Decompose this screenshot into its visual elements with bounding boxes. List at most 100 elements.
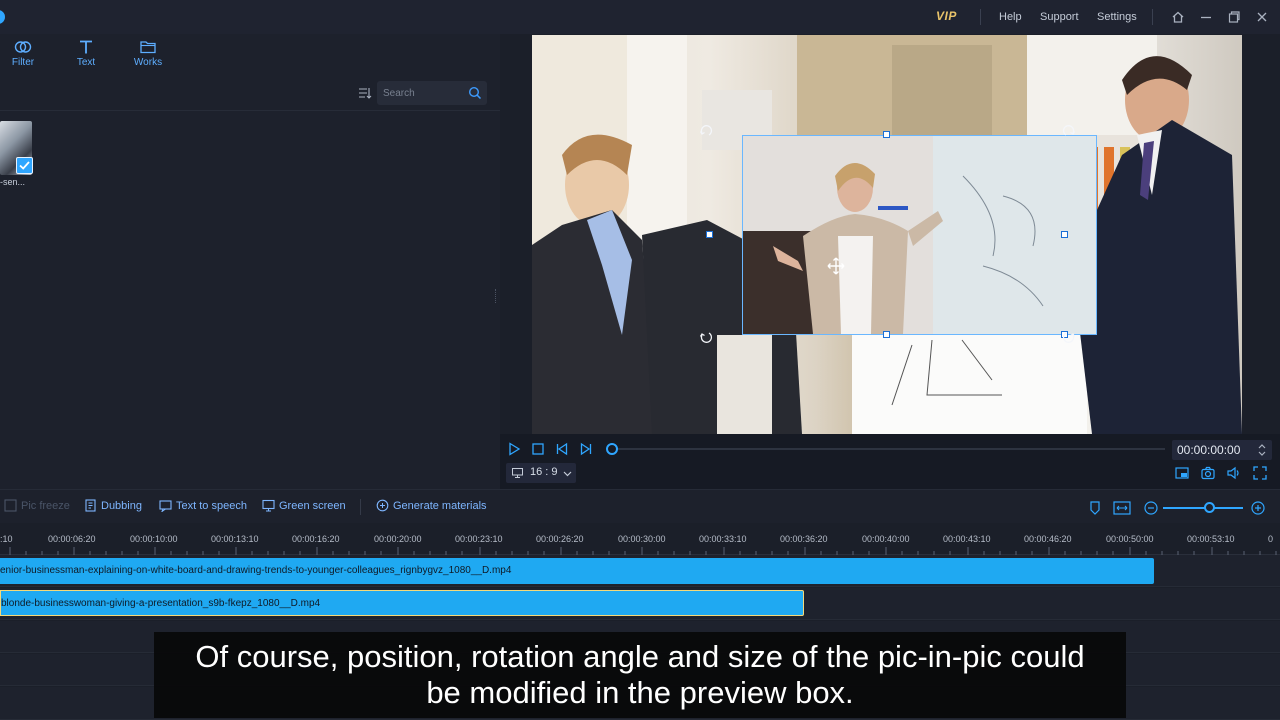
rotate-handle-icon[interactable] [1062, 330, 1076, 344]
chevron-down-icon [563, 469, 572, 478]
caption-line: be modified in the preview box. [426, 675, 854, 710]
ruler-ticks [9, 547, 1277, 555]
timecode-value: 00:00:00:00 [1177, 443, 1241, 457]
aspect-ratio-value: 16 : 9 [530, 466, 558, 478]
ruler-label: 00:00:16:20 [292, 534, 340, 544]
ruler-label: 00:00:53:10 [1187, 534, 1235, 544]
ruler-label: 00:00:46:20 [1024, 534, 1072, 544]
ruler-label: 00:00:10:00 [130, 534, 178, 544]
ruler-label: 00:00:30:00 [618, 534, 666, 544]
ruler-label: 00:00:26:20 [536, 534, 584, 544]
tab-label: Text [76, 57, 96, 68]
title-bar: VIP Help Support Settings [0, 0, 1280, 34]
zoom-slider-track[interactable] [1163, 507, 1243, 509]
rotate-handle-icon[interactable] [1062, 124, 1076, 138]
playback-progress-track[interactable] [610, 448, 1165, 450]
zoom-out-icon[interactable] [1143, 500, 1159, 516]
divider [360, 499, 361, 515]
resize-handle-bottom[interactable] [883, 331, 890, 338]
caption-line: Of course, position, rotation angle and … [195, 639, 1085, 674]
play-icon[interactable] [506, 441, 522, 457]
generate-materials-icon [376, 499, 389, 512]
ruler-label: :10 [0, 534, 13, 544]
sort-filter-icon[interactable] [358, 86, 372, 100]
marker-icon[interactable] [1087, 500, 1103, 516]
ruler-label: 00:00:40:00 [862, 534, 910, 544]
ruler-label: 00:00:20:00 [374, 534, 422, 544]
divider [0, 110, 500, 111]
pip-overlay-video[interactable] [742, 135, 1097, 335]
home-icon[interactable] [1170, 9, 1186, 25]
media-panel: Filter Text Works -sen... [0, 34, 500, 489]
vip-badge[interactable]: VIP [936, 9, 957, 23]
tab-text[interactable]: Text [61, 39, 111, 68]
previous-frame-icon[interactable] [554, 441, 570, 457]
ruler-label: 00:00:13:10 [211, 534, 259, 544]
panel-splitter[interactable] [495, 289, 497, 303]
text-t-icon [77, 39, 95, 55]
generate-materials-button[interactable]: Generate materials [376, 499, 487, 512]
tab-works[interactable]: Works [123, 39, 173, 68]
rotate-handle-icon[interactable] [699, 330, 713, 344]
stop-icon[interactable] [530, 441, 546, 457]
checkbox-checked-icon[interactable] [16, 157, 33, 174]
ruler-label: 00:00:36:20 [780, 534, 828, 544]
clip-name: blonde-businesswoman-giving-a-presentati… [1, 598, 321, 609]
text-to-speech-button[interactable]: Text to speech [159, 500, 247, 512]
ruler-label: 00:00:06:20 [48, 534, 96, 544]
media-item-label: -sen... [0, 177, 26, 187]
search-input[interactable] [383, 85, 467, 101]
zoom-slider-knob[interactable] [1204, 502, 1215, 513]
playhead-knob[interactable] [606, 443, 618, 455]
freeze-icon [4, 499, 17, 512]
search-icon[interactable] [468, 86, 482, 100]
fit-timeline-icon[interactable] [1113, 500, 1131, 516]
minimize-icon[interactable] [1198, 9, 1214, 25]
app-logo-icon [0, 10, 5, 24]
dubbing-icon [84, 499, 97, 512]
video-clip[interactable]: enior-businessman-explaining-on-white-bo… [0, 558, 1154, 584]
timecode-field[interactable]: 00:00:00:00 [1172, 440, 1272, 460]
divider [980, 9, 981, 25]
resize-handle-left[interactable] [706, 231, 713, 238]
filter-rings-icon [14, 39, 32, 55]
snapshot-icon[interactable] [1200, 465, 1216, 481]
folder-icon [139, 39, 157, 55]
spinner-arrows-icon[interactable] [1257, 443, 1267, 457]
support-link[interactable]: Support [1040, 11, 1079, 23]
rotate-handle-icon[interactable] [699, 124, 713, 138]
fullscreen-icon[interactable] [1252, 465, 1268, 481]
help-link[interactable]: Help [999, 11, 1022, 23]
text-to-speech-icon [159, 499, 172, 512]
monitor-icon [512, 468, 523, 478]
close-icon[interactable] [1254, 9, 1270, 25]
ruler-label: 00:00:50:00 [1106, 534, 1154, 544]
tab-filter[interactable]: Filter [0, 39, 48, 68]
aspect-ratio-select[interactable]: 16 : 9 [506, 463, 576, 483]
clip-name: enior-businessman-explaining-on-white-bo… [0, 565, 512, 576]
divider [1152, 9, 1153, 25]
timeline-track: enior-businessman-explaining-on-white-bo… [0, 555, 1280, 587]
restore-icon[interactable] [1226, 9, 1242, 25]
video-preview[interactable] [532, 35, 1242, 434]
resize-handle-top[interactable] [883, 131, 890, 138]
volume-icon[interactable] [1226, 465, 1242, 481]
ruler-label: 00:00:33:10 [699, 534, 747, 544]
tab-label: Works [133, 57, 163, 68]
pic-freeze-button[interactable]: Pic freeze [4, 499, 70, 512]
pip-video-frame [743, 136, 1096, 334]
search-box [377, 81, 487, 105]
timeline-toolbar: Pic freeze Dubbing Text to speech Green … [0, 489, 1280, 523]
pip-icon[interactable] [1174, 465, 1190, 481]
move-cursor-icon[interactable] [827, 257, 845, 275]
preview-panel: 00:00:00:00 16 : 9 [500, 34, 1280, 489]
settings-link[interactable]: Settings [1097, 11, 1137, 23]
next-frame-icon[interactable] [578, 441, 594, 457]
zoom-in-icon[interactable] [1250, 500, 1266, 516]
green-screen-button[interactable]: Green screen [262, 499, 346, 512]
dubbing-button[interactable]: Dubbing [84, 499, 142, 512]
pip-clip[interactable]: blonde-businesswoman-giving-a-presentati… [0, 590, 804, 616]
timeline-ruler[interactable]: :10 00:00:06:20 00:00:10:00 00:00:13:10 … [0, 523, 1280, 555]
resize-handle-right[interactable] [1061, 231, 1068, 238]
playback-controls: 00:00:00:00 16 : 9 [500, 434, 1280, 489]
